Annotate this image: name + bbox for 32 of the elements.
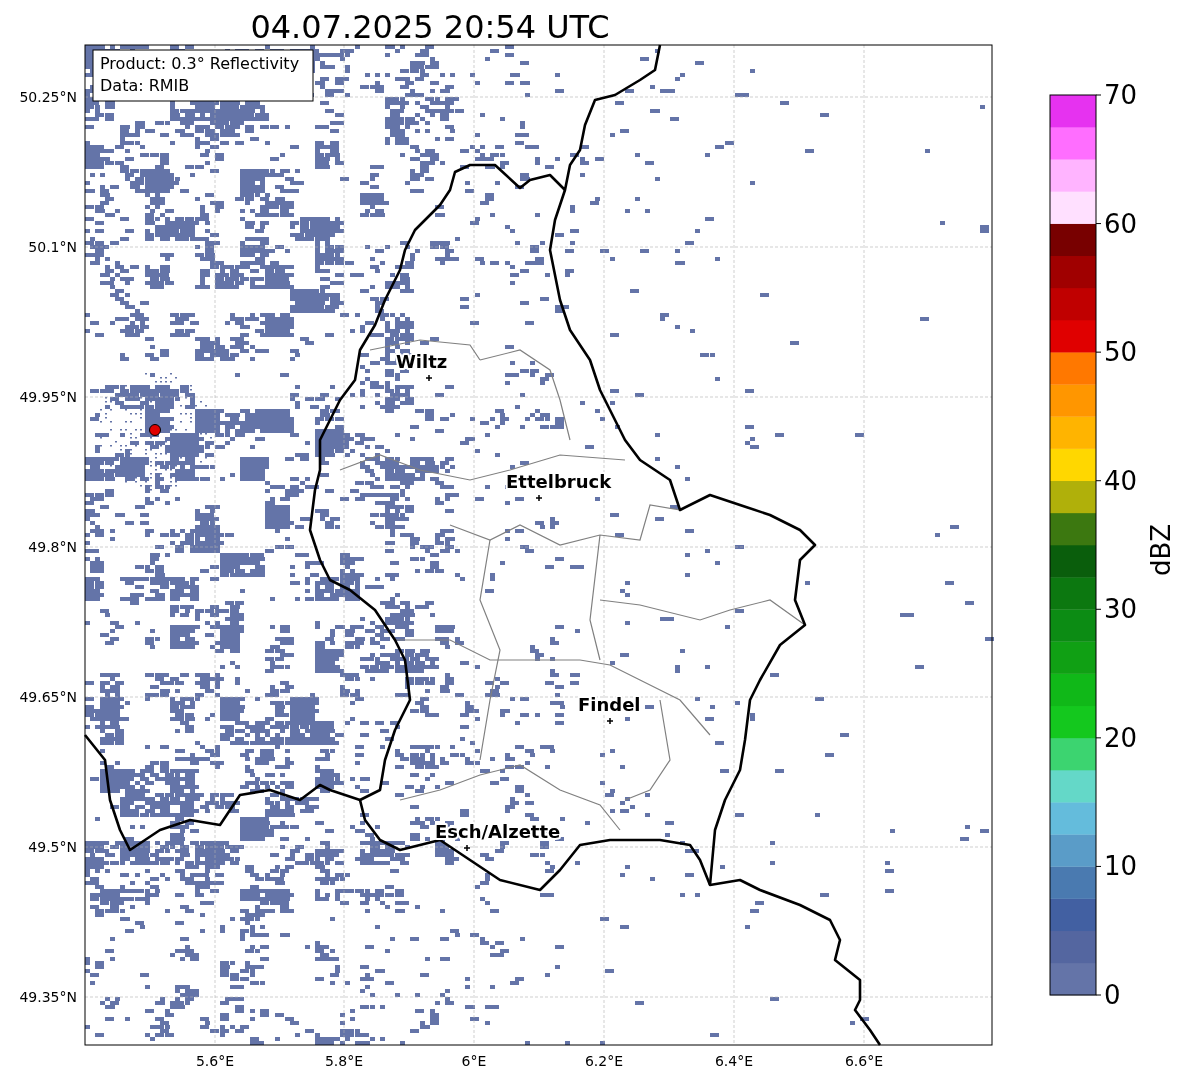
longitude-tick-label: 6°E <box>461 1053 487 1069</box>
colorbar-tick-label: 30 <box>1104 594 1138 625</box>
longitude-tick-label: 6.2°E <box>584 1053 624 1069</box>
colorbar-tick-label: 0 <box>1104 980 1121 1010</box>
colorbar-label: dBZ <box>1146 523 1176 577</box>
longitude-tick-label: 6.4°E <box>714 1053 754 1069</box>
colorbar-tick-label: 70 <box>1104 80 1138 110</box>
legend-text: Data: RMIB <box>100 76 190 95</box>
longitude-tick-label: 5.6°E <box>195 1053 235 1069</box>
colorbar-tick-label: 10 <box>1104 851 1138 882</box>
city-marker-icon <box>463 844 471 852</box>
legend-text: Product: 0.3° Reflectivity <box>100 54 300 73</box>
latitude-tick-label: 50.1°N <box>28 239 77 255</box>
longitude-tick-label: 6.6°E <box>844 1053 884 1069</box>
colorbar-tick-label: 20 <box>1104 722 1138 753</box>
latitude-tick-label: 49.8°N <box>28 539 77 555</box>
longitude-tick-label: 5.8°E <box>324 1053 364 1069</box>
city-marker-icon <box>606 717 614 725</box>
city-marker-icon <box>425 374 433 382</box>
radar-site-marker <box>149 424 161 436</box>
latitude-tick-label: 49.35°N <box>19 989 77 1005</box>
latitude-tick-label: 49.65°N <box>19 689 77 705</box>
colorbar-tick-label: 50 <box>1104 337 1138 368</box>
chart-title: 04.07.2025 20:54 UTC <box>250 8 610 46</box>
latitude-tick-label: 49.5°N <box>28 839 77 855</box>
city-label: Ettelbruck <box>506 471 612 492</box>
colorbar-tick-label: 40 <box>1104 465 1138 496</box>
city-marker-icon <box>535 494 543 502</box>
latitude-tick-label: 50.25°N <box>19 89 77 105</box>
latitude-tick-label: 49.95°N <box>19 389 77 405</box>
city-label: Findel <box>578 694 641 715</box>
colorbar-tick-label: 60 <box>1104 208 1138 239</box>
